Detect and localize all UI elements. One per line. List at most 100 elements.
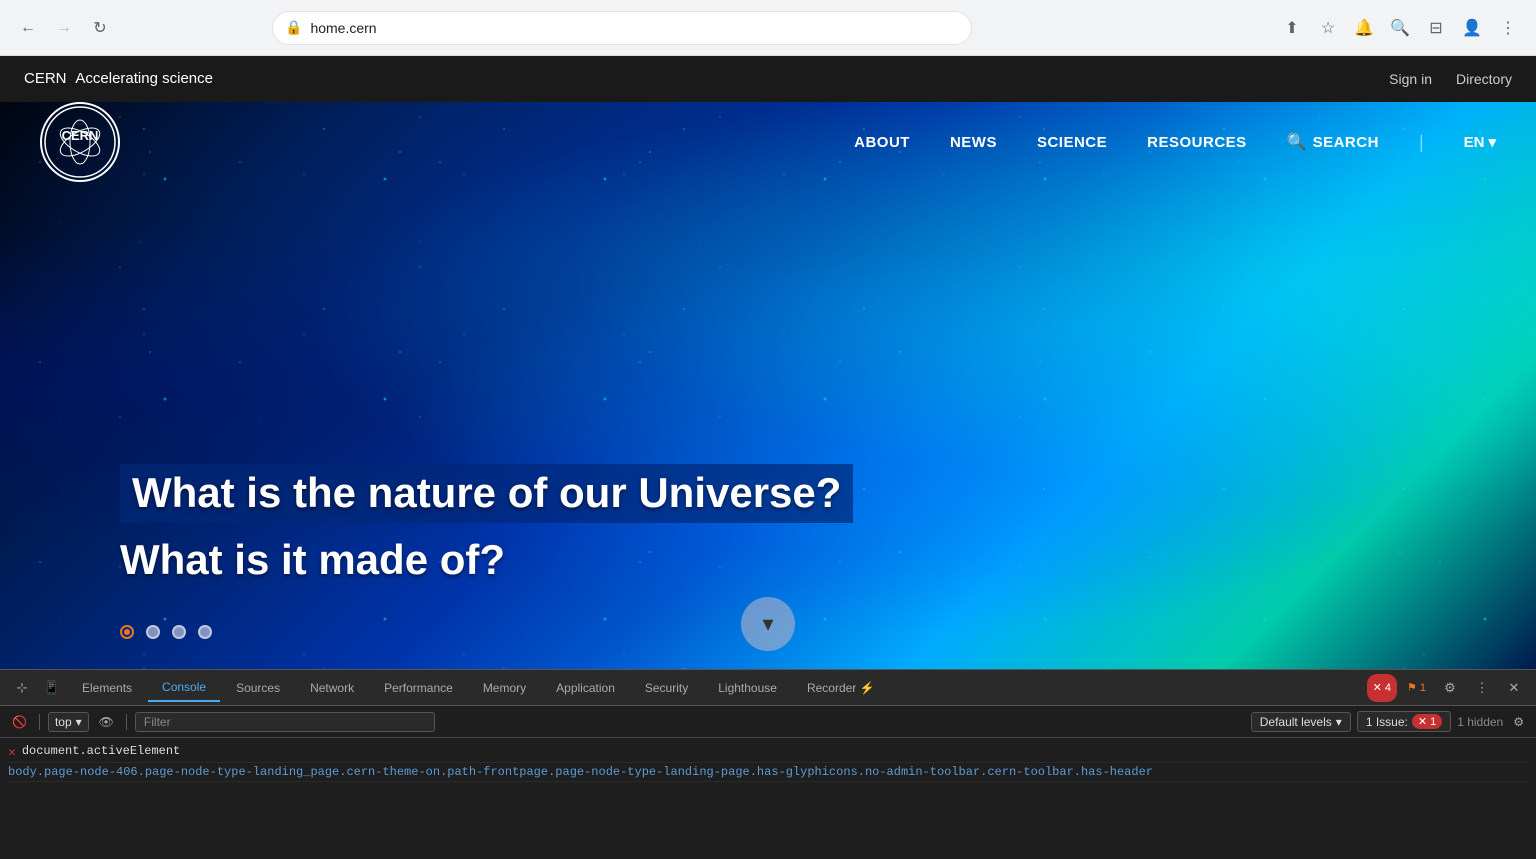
levels-chevron-icon: ▾ (1336, 715, 1342, 729)
hero-title: What is the nature of our Universe? What… (120, 464, 853, 589)
devtools-tab-security[interactable]: Security (631, 675, 702, 701)
cern-logo-svg: CERN (42, 104, 118, 180)
error-badge[interactable]: ✕ 4 (1367, 674, 1397, 702)
devtools-settings-gear-button[interactable]: ⚙ (1509, 713, 1528, 731)
scroll-down-button[interactable]: ▾ (741, 597, 795, 651)
devtools-tab-network[interactable]: Network (296, 675, 368, 701)
devtools-tab-icons: ✕ 4 ⚑ 1 ⚙ ⋮ ✕ (1367, 674, 1528, 702)
layout-button[interactable]: ⊟ (1420, 12, 1452, 44)
profile-button[interactable]: 👤 (1456, 12, 1488, 44)
default-levels-label: Default levels (1260, 715, 1332, 729)
website: CERN Accelerating science Sign in Direct… (0, 56, 1536, 859)
nav-lang-selector[interactable]: EN ▾ (1464, 133, 1496, 151)
devtools-toolbar: 🚫 top ▾ 👁 Default levels ▾ 1 Issue: ✕ 1 (0, 706, 1536, 738)
devtools-more-button[interactable]: ⋮ (1468, 674, 1496, 702)
more-button[interactable]: ⋮ (1492, 12, 1524, 44)
devtools-console[interactable]: ✕ document.activeElement body.page-node-… (0, 738, 1536, 859)
issues-error-icon: ✕ (1418, 715, 1427, 728)
svg-text:CERN: CERN (62, 128, 99, 143)
slider-dot-2[interactable] (146, 625, 160, 639)
devtools-tab-lighthouse[interactable]: Lighthouse (704, 675, 791, 701)
devtools-tab-console[interactable]: Console (148, 674, 220, 702)
nav-separator: | (1419, 132, 1424, 153)
cern-logo[interactable]: CERN (40, 102, 120, 182)
hero-title-line2: What is it made of? (120, 531, 505, 589)
directory-link[interactable]: Directory (1456, 71, 1512, 87)
cern-topbar: CERN Accelerating science Sign in Direct… (0, 56, 1536, 102)
devtools-tab-performance[interactable]: Performance (370, 675, 467, 701)
refresh-button[interactable]: ↻ (84, 12, 116, 44)
error-x-icon: ✕ (1373, 681, 1382, 694)
hero-title-line1: What is the nature of our Universe? (120, 464, 853, 522)
default-levels-button[interactable]: Default levels ▾ (1251, 712, 1351, 732)
devtools-device-button[interactable]: 📱 (38, 674, 66, 702)
browser-chrome: ← → ↻ 🔒 home.cern ⬆ ☆ 🔔 🔍 ⊟ 👤 ⋮ (0, 0, 1536, 56)
devtools-tab-memory[interactable]: Memory (469, 675, 540, 701)
cern-topbar-right: Sign in Directory (1389, 71, 1512, 87)
issues-label: 1 Issue: (1366, 715, 1408, 729)
nav-resources[interactable]: RESOURCES (1147, 134, 1247, 151)
devtools-tabs: ⊹ 📱 Elements Console Sources Network Per… (0, 670, 1536, 706)
console-text-1: document.activeElement (22, 744, 180, 758)
devtools-inspect-button[interactable]: ⊹ (8, 674, 36, 702)
toolbar-separator-1 (39, 714, 40, 730)
nav-news[interactable]: NEWS (950, 134, 997, 151)
nav-search[interactable]: 🔍 SEARCH (1287, 132, 1379, 152)
issues-badge[interactable]: 1 Issue: ✕ 1 (1357, 711, 1451, 732)
address-bar[interactable]: 🔒 home.cern (272, 11, 972, 45)
notification-button[interactable]: 🔔 (1348, 12, 1380, 44)
browser-nav-buttons: ← → ↻ (12, 12, 116, 44)
context-selector[interactable]: top ▾ (48, 712, 89, 732)
devtools-panel: ⊹ 📱 Elements Console Sources Network Per… (0, 669, 1536, 859)
hidden-label: 1 hidden (1457, 715, 1503, 729)
warning-flag-icon: ⚑ (1407, 681, 1417, 694)
console-line-1: ✕ document.activeElement (8, 742, 1528, 763)
issues-count-badge: ✕ 1 (1412, 714, 1442, 729)
slider-dots (120, 625, 212, 639)
search-label: SEARCH (1313, 134, 1379, 151)
devtools-eye-button[interactable]: 👁 (95, 713, 118, 731)
slider-dot-3[interactable] (172, 625, 186, 639)
devtools-clear-button[interactable]: 🚫 (8, 713, 31, 731)
zoom-button[interactable]: 🔍 (1384, 12, 1416, 44)
lang-label: EN (1464, 134, 1485, 151)
search-icon: 🔍 (1287, 132, 1307, 152)
browser-actions: ⬆ ☆ 🔔 🔍 ⊟ 👤 ⋮ (1276, 12, 1524, 44)
devtools-settings-button[interactable]: ⚙ (1436, 674, 1464, 702)
devtools-tab-elements[interactable]: Elements (68, 675, 146, 701)
cern-brand[interactable]: CERN Accelerating science (24, 70, 213, 88)
slider-dot-1[interactable] (120, 625, 134, 639)
nav-science[interactable]: SCIENCE (1037, 134, 1107, 151)
toolbar-separator-2 (126, 714, 127, 730)
context-label: top (55, 715, 72, 729)
url-text: home.cern (310, 20, 376, 36)
devtools-tab-application[interactable]: Application (542, 675, 629, 701)
cern-brand-text: CERN Accelerating science (24, 70, 213, 87)
devtools-tab-recorder[interactable]: Recorder ⚡ (793, 675, 889, 701)
console-filter-input[interactable] (135, 712, 435, 732)
chevron-down-icon: ▾ (762, 611, 773, 637)
hero-content: What is the nature of our Universe? What… (120, 464, 853, 589)
warning-badge[interactable]: ⚑ 1 (1401, 674, 1432, 702)
error-count: 4 (1385, 682, 1391, 694)
bookmark-button[interactable]: ☆ (1312, 12, 1344, 44)
toolbar-right: Default levels ▾ 1 Issue: ✕ 1 1 hidden ⚙ (1251, 711, 1528, 732)
cern-main-nav: CERN ABOUT NEWS SCIENCE RESOURCES 🔍 SEAR… (0, 102, 1536, 182)
share-button[interactable]: ⬆ (1276, 12, 1308, 44)
context-chevron-icon: ▾ (76, 715, 82, 729)
devtools-close-button[interactable]: ✕ (1500, 674, 1528, 702)
chevron-down-icon: ▾ (1488, 133, 1496, 151)
console-error-icon: ✕ (8, 745, 16, 760)
signin-link[interactable]: Sign in (1389, 71, 1432, 87)
console-text-2: body.page-node-406.page-node-type-landin… (8, 765, 1153, 779)
devtools-tab-sources[interactable]: Sources (222, 675, 294, 701)
back-button[interactable]: ← (12, 12, 44, 44)
forward-button[interactable]: → (48, 12, 80, 44)
nav-about[interactable]: ABOUT (854, 134, 910, 151)
console-line-2: body.page-node-406.page-node-type-landin… (8, 763, 1528, 782)
warning-count: 1 (1420, 682, 1426, 694)
cern-nav-items: ABOUT NEWS SCIENCE RESOURCES 🔍 SEARCH | … (854, 132, 1496, 153)
lock-icon: 🔒 (285, 19, 302, 36)
hero-section: CERN ABOUT NEWS SCIENCE RESOURCES 🔍 SEAR… (0, 102, 1536, 669)
slider-dot-4[interactable] (198, 625, 212, 639)
